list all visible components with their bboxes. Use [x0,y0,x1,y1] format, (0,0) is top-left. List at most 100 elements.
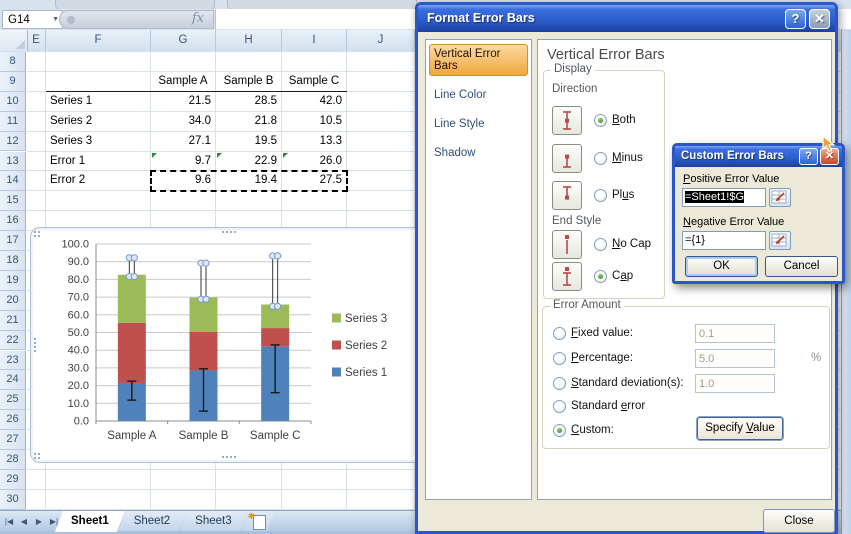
row-header-26[interactable]: 26 [0,410,26,431]
direction-both-label[interactable]: Both [612,114,636,126]
percentage-radio[interactable] [553,352,566,365]
sheet-tab-sheet1[interactable]: Sheet1 [55,511,125,532]
bar-segment-series-3[interactable] [189,297,218,332]
specify-value-button[interactable]: Specify Value [697,417,783,440]
error-bar-selection-handle[interactable] [130,272,138,281]
column-header-F[interactable]: F [46,30,151,51]
dialog-title-bar[interactable]: Format Error Bars ? ✕ [418,5,835,32]
legend-key-series-3[interactable] [332,313,341,323]
close-icon[interactable]: ✕ [809,9,830,29]
sheet-tab-sheet3[interactable]: Sheet3 [179,511,247,532]
error-bar-no-cap-icon[interactable] [552,230,582,259]
row-header-22[interactable]: 22 [0,330,26,351]
direction-both-radio[interactable] [594,114,607,127]
row-header-11[interactable]: 11 [0,111,26,132]
direction-plus-radio[interactable] [594,189,607,202]
row-header-15[interactable]: 15 [0,191,26,212]
standard-error-radio[interactable] [553,400,566,413]
help-button[interactable]: ? [799,148,818,165]
collapse-range-icon[interactable] [769,231,791,250]
selected-range-marquee[interactable] [150,170,348,193]
error-bar-selection-handle[interactable] [202,259,210,267]
chart-selection-handle[interactable] [33,230,41,238]
select-all-corner[interactable] [0,30,28,51]
custom-label[interactable]: Custom: [571,424,614,436]
row-header-21[interactable]: 21 [0,310,26,331]
error-bar-selection-handle[interactable] [274,252,282,260]
end-style-cap-label[interactable]: Cap [612,270,633,282]
cell-H13[interactable]: 22.9 [217,152,280,172]
chart-selection-handle[interactable] [220,230,237,235]
cell-F13[interactable]: Error 1 [47,152,149,172]
row-header-29[interactable]: 29 [0,469,26,490]
row-header-28[interactable]: 28 [0,450,26,470]
row-header-17[interactable]: 17 [0,231,26,251]
tab-nav-first-icon[interactable]: |◀ [3,514,15,526]
row-header-9[interactable]: 9 [0,71,26,92]
standard-deviation-label[interactable]: Standard deviation(s): [571,377,684,389]
cell-I13[interactable]: 26.0 [283,152,345,172]
tab-nav-prev-icon[interactable]: ◀ [18,514,30,526]
help-button[interactable]: ? [785,9,806,29]
sheet-tab-sheet2[interactable]: Sheet2 [118,511,186,532]
error-bar-selection-handle[interactable] [202,295,210,303]
standard-deviation-radio[interactable] [553,377,566,390]
name-box-dropdown-icon[interactable]: ▼ [52,16,59,23]
row-header-24[interactable]: 24 [0,370,26,391]
row-header-25[interactable]: 25 [0,390,26,411]
column-header-J[interactable]: J [347,30,415,51]
cell-G13[interactable]: 9.7 [152,152,214,172]
column-header-G[interactable]: G [151,30,216,51]
fixed-value-label[interactable]: Fixed value: [571,327,633,339]
row-header-23[interactable]: 23 [0,350,26,371]
column-header-E[interactable]: E [27,30,46,51]
cell-G10[interactable]: 21.5 [152,92,214,112]
ok-button[interactable]: OK [685,256,758,277]
row-header-19[interactable]: 19 [0,270,26,291]
cancel-button[interactable]: Cancel [765,256,838,277]
cell-H12[interactable]: 19.5 [217,132,280,152]
end-style-no-cap-label[interactable]: No Cap [612,238,651,250]
tab-nav-next-icon[interactable]: ▶ [33,514,45,526]
end-style-cap-radio[interactable] [594,270,607,283]
close-button[interactable]: Close [763,509,835,533]
cell-H11[interactable]: 21.8 [217,112,280,132]
cell-I11[interactable]: 10.5 [283,112,345,132]
bar-segment-series-2[interactable] [261,328,290,347]
row-header-10[interactable]: 10 [0,91,26,112]
bar-segment-series-2[interactable] [117,322,146,383]
cell-F12[interactable]: Series 3 [47,132,149,152]
percentage-label[interactable]: Percentage: [571,352,633,364]
cell-H10[interactable]: 28.5 [217,92,280,112]
name-box[interactable]: G14 ▼ [2,10,63,29]
error-bar-selection-handle[interactable] [130,254,138,262]
row-header-30[interactable]: 30 [0,489,26,510]
direction-minus-label[interactable]: Minus [612,152,643,164]
column-header-I[interactable]: I [282,30,347,51]
insert-function-icon[interactable]: fx [192,11,204,26]
row-header-8[interactable]: 8 [0,52,26,72]
chart-selection-handle[interactable] [33,337,38,353]
nav-item-shadow[interactable]: Shadow [429,143,528,163]
row-header-12[interactable]: 12 [0,131,26,152]
standard-error-label[interactable]: Standard error [571,400,645,412]
row-header-13[interactable]: 13 [0,151,26,172]
cell-F11[interactable]: Series 2 [47,112,149,132]
row-header-18[interactable]: 18 [0,251,26,271]
error-bar-selection-handle[interactable] [274,302,282,310]
cell-I9[interactable]: Sample C [283,72,345,92]
row-header-27[interactable]: 27 [0,430,26,450]
error-bar-both-icon[interactable] [552,106,582,135]
dialog-title-bar[interactable]: Custom Error Bars ? ✕ [675,146,842,167]
bar-segment-series-2[interactable] [189,331,218,371]
row-header-14[interactable]: 14 [0,171,26,192]
cell-F14[interactable]: Error 2 [47,171,149,191]
nav-item-vertical-error-bars[interactable]: Vertical Error Bars [429,44,528,76]
nav-item-line-color[interactable]: Line Color [429,85,528,105]
end-style-no-cap-radio[interactable] [594,238,607,251]
error-bar-minus-icon[interactable] [552,144,582,173]
fixed-value-radio[interactable] [553,327,566,340]
collapse-range-icon[interactable] [769,188,791,207]
direction-minus-radio[interactable] [594,152,607,165]
error-bar-plus-icon[interactable] [552,181,582,210]
